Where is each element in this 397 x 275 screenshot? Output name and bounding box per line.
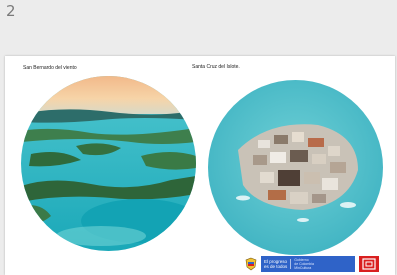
el-progreso-banner: El progreso es de todos Gobierno de Colo… (261, 256, 355, 272)
banner-text: El progreso es de todos (264, 259, 288, 269)
colombia-seal-icon (245, 257, 257, 271)
slide-canvas[interactable]: San Bernardo del viento Santa Cruz del I… (5, 56, 395, 275)
banner-divider (290, 259, 292, 269)
mincultura-logo-icon (359, 256, 379, 272)
san-bernardo-aerial-photo[interactable] (21, 76, 196, 251)
slide-number[interactable]: 2 (6, 2, 16, 20)
caption-san-bernardo: San Bernardo del viento (23, 65, 77, 71)
footer-logos: El progreso es de todos Gobierno de Colo… (245, 256, 379, 272)
santa-cruz-islote-aerial-photo[interactable] (208, 80, 383, 255)
banner-subtext: Gobierno de Colombia MinCultura (294, 258, 314, 270)
caption-santa-cruz: Santa Cruz del Islote. (192, 64, 240, 70)
